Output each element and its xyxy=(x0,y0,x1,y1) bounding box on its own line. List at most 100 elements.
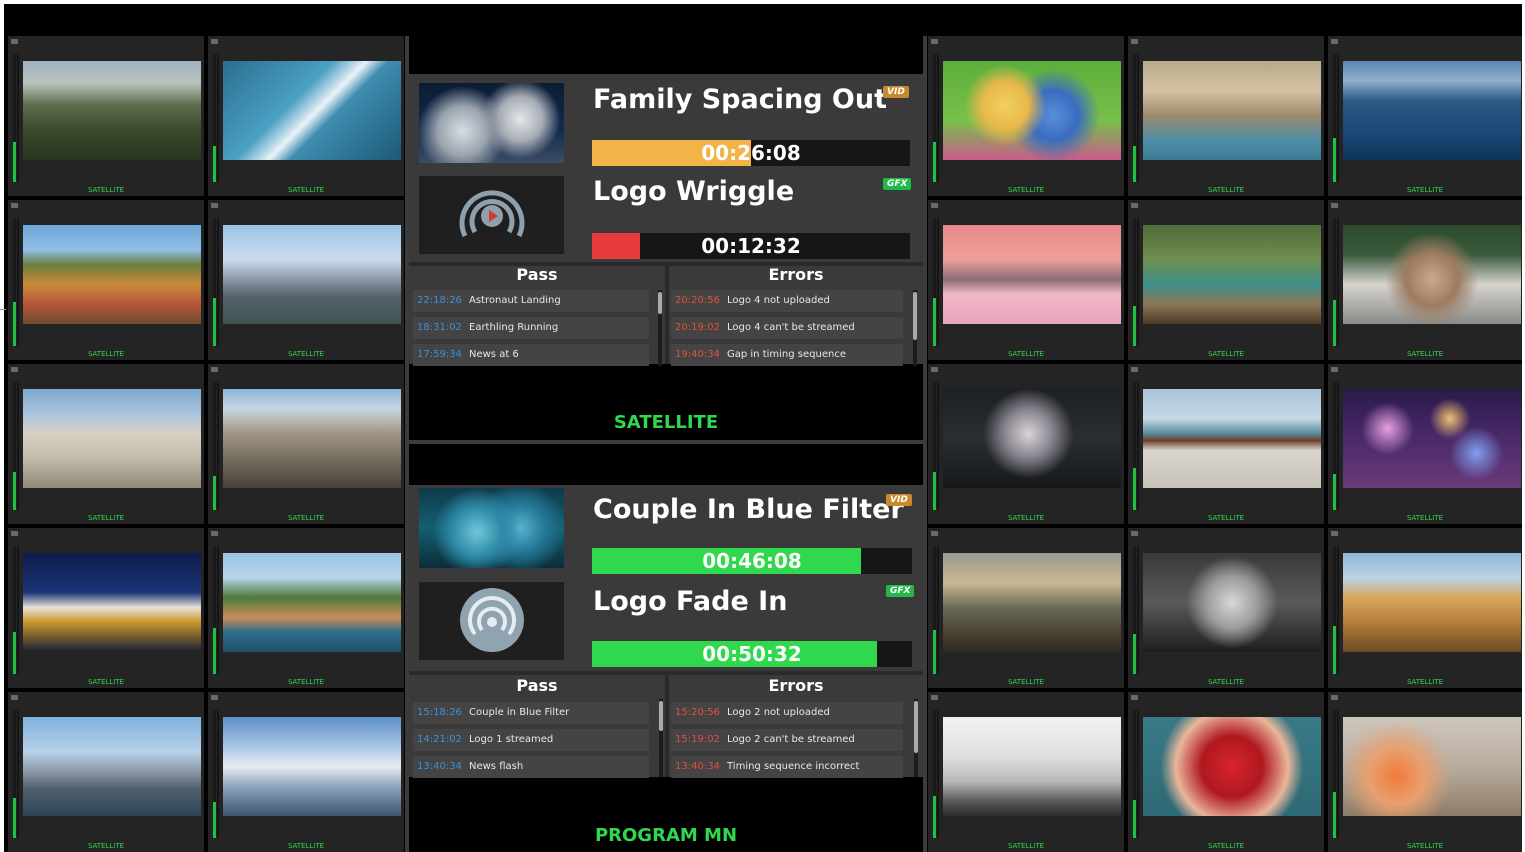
errors-scrollbar[interactable] xyxy=(914,699,918,777)
source-label: SATELLITE xyxy=(287,514,325,522)
video-thumbnail-street-building xyxy=(223,389,401,488)
tile-id-marker xyxy=(11,531,18,536)
error-text: Logo 2 can't be streamed xyxy=(727,734,855,745)
error-text: Logo 4 not uploaded xyxy=(727,295,830,306)
monitor-tile[interactable]: SATELLITE xyxy=(208,364,404,524)
source-label: SATELLITE xyxy=(1207,514,1245,522)
error-row[interactable]: 13:40:34 Timing sequence incorrect xyxy=(671,756,903,778)
audio-meter-secondary xyxy=(1137,218,1139,346)
source-label: SATELLITE xyxy=(1007,350,1045,358)
tile-id-marker xyxy=(11,695,18,700)
error-time: 15:19:02 xyxy=(675,734,720,745)
pass-text: Couple in Blue Filter xyxy=(469,707,570,718)
monitor-tile[interactable]: SATELLITE xyxy=(8,200,204,360)
error-row[interactable]: 15:20:56 Logo 2 not uploaded xyxy=(671,702,903,724)
video-thumbnail-pink-mountain xyxy=(943,225,1121,324)
audio-meter xyxy=(1333,710,1336,838)
tile-id-marker xyxy=(211,203,218,208)
monitor-tile[interactable]: SATELLITE xyxy=(1328,528,1522,688)
audio-meter-secondary xyxy=(17,546,19,674)
program-panel-bottom: Couple In Blue Filter VID 00:46:08 Logo … xyxy=(409,485,923,778)
source-label: SATELLITE xyxy=(287,842,325,850)
program-thumbnail-blue-couple xyxy=(419,488,564,568)
tile-id-marker xyxy=(11,367,18,372)
edge-marker xyxy=(0,309,6,310)
pass-scrollbar[interactable] xyxy=(659,699,663,777)
monitor-tile[interactable]: SATELLITE xyxy=(8,364,204,524)
video-thumbnail-railway-couple xyxy=(943,553,1121,652)
program-timecode: 00:50:32 xyxy=(702,642,802,666)
pass-row[interactable]: 22:18:26 Astronaut Landing xyxy=(413,290,649,312)
monitor-tile[interactable]: SATELLITE xyxy=(8,528,204,688)
monitor-tile[interactable]: SATELLITE xyxy=(928,528,1124,688)
tile-id-marker xyxy=(11,203,18,208)
monitor-tile[interactable]: SATELLITE xyxy=(208,528,404,688)
program-title: Family Spacing Out xyxy=(593,84,888,115)
video-thumbnail-strawberries xyxy=(1143,717,1321,816)
source-label: SATELLITE xyxy=(87,186,125,194)
monitor-tile[interactable]: SATELLITE xyxy=(1328,200,1522,360)
logo-wriggle-icon xyxy=(459,190,525,238)
multiviewer-wall: SATELLITE SATELLITE SATELLITE SATELLITE … xyxy=(4,4,1522,852)
monitor-tile[interactable]: SATELLITE xyxy=(928,692,1124,852)
monitor-tile[interactable]: SATELLITE xyxy=(1328,36,1522,196)
monitor-tile[interactable]: SATELLITE xyxy=(208,200,404,360)
tile-id-marker xyxy=(1331,203,1338,208)
audio-meter xyxy=(13,218,16,346)
pass-row[interactable]: 18:31:02 Earthling Running xyxy=(413,317,649,339)
video-thumbnail-cathedral xyxy=(23,389,201,488)
video-thumbnail-smoke-flare xyxy=(1343,717,1521,816)
pass-time: 22:18:26 xyxy=(417,295,462,306)
tile-id-marker xyxy=(1331,531,1338,536)
monitor-tile[interactable]: SATELLITE xyxy=(928,364,1124,524)
pass-row[interactable]: 14:21:02 Logo 1 streamed xyxy=(413,729,649,751)
pass-header: Pass xyxy=(516,265,558,284)
monitor-tile[interactable]: SATELLITE xyxy=(8,36,204,196)
error-row[interactable]: 20:20:56 Logo 4 not uploaded xyxy=(671,290,903,312)
pass-text: News at 6 xyxy=(469,349,519,360)
source-label: SATELLITE xyxy=(287,678,325,686)
audio-meter xyxy=(213,710,216,838)
monitor-tile[interactable]: SATELLITE xyxy=(208,36,404,196)
audio-meter xyxy=(933,54,936,182)
pass-row[interactable]: 17:59:34 News at 6 xyxy=(413,344,649,366)
video-thumbnail-old-man xyxy=(1343,225,1521,324)
source-label: SATELLITE xyxy=(87,514,125,522)
pass-row[interactable]: 13:40:34 News flash xyxy=(413,756,649,778)
monitor-tile[interactable]: SATELLITE xyxy=(208,692,404,852)
tile-id-marker xyxy=(211,531,218,536)
audio-meter-secondary xyxy=(217,710,219,838)
gfx-badge: GFX xyxy=(883,178,912,190)
audio-meter xyxy=(213,218,216,346)
program-thumbnail-astronauts xyxy=(419,83,564,163)
audio-meter xyxy=(213,54,216,182)
monitor-tile[interactable]: SATELLITE xyxy=(928,200,1124,360)
monitor-tile[interactable]: SATELLITE xyxy=(1328,364,1522,524)
monitor-tile[interactable]: SATELLITE xyxy=(1328,692,1522,852)
error-row[interactable]: 20:19:02 Logo 4 can't be streamed xyxy=(671,317,903,339)
tile-id-marker xyxy=(1331,695,1338,700)
program-panel-top: Family Spacing Out VID 00:26:08 Logo Wri… xyxy=(409,74,923,366)
monitor-tile[interactable]: SATELLITE xyxy=(928,36,1124,196)
video-thumbnail-city-skyline xyxy=(223,225,401,324)
video-thumbnail-horses-beach xyxy=(1143,389,1321,488)
monitor-tile[interactable]: SATELLITE xyxy=(1128,200,1324,360)
error-row[interactable]: 19:40:34 Gap in timing sequence xyxy=(671,344,903,366)
pass-row[interactable]: 15:18:26 Couple in Blue Filter xyxy=(413,702,649,724)
audio-meter-secondary xyxy=(1337,218,1339,346)
monitor-tile[interactable]: SATELLITE xyxy=(1128,364,1324,524)
pass-scrollbar[interactable] xyxy=(658,290,662,366)
source-label: SATELLITE xyxy=(1406,186,1444,194)
video-thumbnail-lakeside-village xyxy=(223,553,401,652)
monitor-tile[interactable]: SATELLITE xyxy=(1128,36,1324,196)
source-label: SATELLITE xyxy=(87,350,125,358)
source-label: SATELLITE xyxy=(1207,350,1245,358)
error-row[interactable]: 15:19:02 Logo 2 can't be streamed xyxy=(671,729,903,751)
monitor-tile[interactable]: SATELLITE xyxy=(1128,528,1324,688)
error-text: Gap in timing sequence xyxy=(727,349,846,360)
errors-scrollbar[interactable] xyxy=(913,290,917,366)
audio-meter-secondary xyxy=(1337,710,1339,838)
monitor-tile[interactable]: SATELLITE xyxy=(8,692,204,852)
program-timecode: 00:26:08 xyxy=(701,141,801,165)
monitor-tile[interactable]: SATELLITE xyxy=(1128,692,1324,852)
